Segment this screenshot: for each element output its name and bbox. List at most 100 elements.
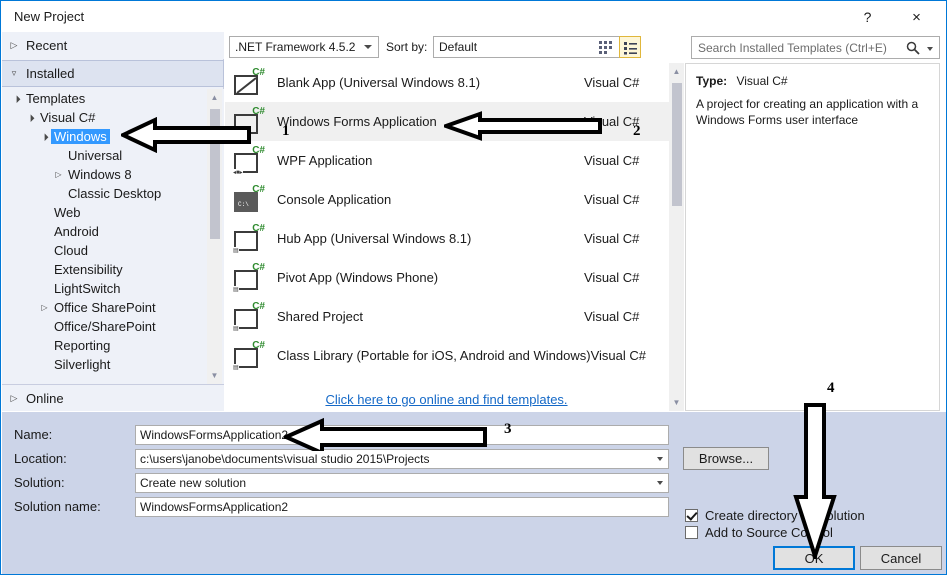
- annotation-number-1: 1: [282, 123, 290, 139]
- template-list-item[interactable]: ▤ C# Pivot App (Windows Phone) Visual C#: [225, 258, 684, 297]
- sidebar-item-windows-8[interactable]: ▷ Windows 8: [2, 165, 224, 184]
- sidebar-item-label: Android: [54, 224, 99, 239]
- sidebar-item-label: Windows: [51, 129, 110, 144]
- template-description-panel: Type: Visual C# A project for creating a…: [685, 63, 940, 411]
- chevron-down-icon[interactable]: [657, 457, 663, 461]
- chevron-down-icon[interactable]: ◢: [23, 110, 38, 125]
- solution-name-input[interactable]: WindowsFormsApplication2: [135, 497, 669, 517]
- sidebar-item-office-sharepoint[interactable]: ▷ Office SharePoint: [2, 298, 224, 317]
- scroll-down-icon[interactable]: ▼: [669, 394, 684, 411]
- csharp-badge-icon: C#: [252, 300, 265, 312]
- pivot-app-icon: ▤ C#: [233, 261, 265, 293]
- wpf-icon: ◂■▸ C#: [233, 144, 265, 176]
- template-name: Hub App (Universal Windows 8.1): [277, 231, 472, 246]
- chevron-down-icon[interactable]: [657, 481, 663, 485]
- framework-version-select[interactable]: .NET Framework 4.5.2: [229, 36, 379, 58]
- sidebar-item-reporting[interactable]: Reporting: [2, 336, 224, 355]
- project-name-input[interactable]: WindowsFormsApplication2: [135, 425, 669, 445]
- template-list-item[interactable]: ▤ C# Shared Project Visual C#: [225, 297, 684, 336]
- scroll-down-icon[interactable]: ▼: [207, 367, 222, 384]
- template-list-item[interactable]: C# Blank App (Universal Windows 8.1) Visua…: [225, 63, 684, 102]
- framework-version-value: .NET Framework 4.5.2: [235, 40, 356, 54]
- template-list-scrollbar[interactable]: ▲ ▼: [669, 63, 684, 411]
- add-source-control-checkbox[interactable]: [685, 526, 698, 539]
- template-category-tree: ◢ Templates ◢ Visual C# ◢ Windows Universal ▷ Wi…: [2, 89, 224, 384]
- sidebar-item-templates[interactable]: ◢ Templates: [2, 89, 224, 108]
- sidebar-item-recent[interactable]: ▷ Recent: [2, 32, 224, 59]
- chevron-down-icon: ▿: [11, 68, 17, 78]
- description-type-row: Type: Visual C#: [696, 74, 788, 88]
- help-icon[interactable]: ?: [845, 3, 890, 31]
- list-view-icon[interactable]: [619, 36, 641, 58]
- chevron-down-icon: [364, 45, 372, 49]
- scroll-up-icon[interactable]: ▲: [207, 89, 222, 106]
- small-icons-view-icon[interactable]: [594, 36, 616, 58]
- search-templates-input[interactable]: Search Installed Templates (Ctrl+E): [691, 36, 940, 59]
- sidebar-label-recent: Recent: [26, 38, 68, 53]
- template-name: WPF Application: [277, 153, 373, 168]
- sidebar-item-web[interactable]: Web: [2, 203, 224, 222]
- solution-label: Solution:: [14, 475, 65, 490]
- sidebar-item-windows[interactable]: ◢ Windows: [2, 127, 224, 146]
- sidebar-item-silverlight[interactable]: Silverlight: [2, 355, 224, 374]
- winforms-icon: C#: [233, 106, 265, 137]
- sidebar-item-label: Visual C#: [40, 110, 96, 125]
- templates-toolbar: .NET Framework 4.5.2 Sort by: Default: [229, 34, 684, 62]
- scroll-up-icon[interactable]: ▲: [669, 63, 684, 80]
- create-directory-checkbox-row[interactable]: Create directory for solution: [685, 508, 865, 523]
- template-name: Class Library (Portable for iOS, Android…: [277, 348, 591, 363]
- sidebar-item-label: Extensibility: [54, 262, 123, 277]
- close-icon[interactable]: ×: [894, 3, 939, 31]
- browse-button[interactable]: Browse...: [683, 447, 769, 470]
- sidebar-item-cloud[interactable]: Cloud: [2, 241, 224, 260]
- scrollbar-thumb[interactable]: [672, 83, 682, 206]
- cancel-button[interactable]: Cancel: [860, 546, 942, 570]
- template-list-item[interactable]: ▤ C# Class Library (Portable for iOS, Andr…: [225, 336, 684, 375]
- solution-select[interactable]: Create new solution: [135, 473, 669, 493]
- project-name-value: WindowsFormsApplication2: [140, 428, 289, 442]
- project-location-input[interactable]: c:\users\janobe\documents\visual studio …: [135, 449, 669, 469]
- sidebar-item-extensibility[interactable]: Extensibility: [2, 260, 224, 279]
- class-library-icon: ▤ C#: [233, 339, 265, 371]
- online-templates-link[interactable]: Click here to go online and find templat…: [325, 392, 567, 407]
- annotation-number-4: 4: [827, 380, 835, 396]
- new-project-dialog: New Project ? × .NET Framework 4.5.2 Sor…: [0, 0, 947, 575]
- csharp-badge-icon: C#: [252, 144, 265, 156]
- sidebar-label-installed: Installed: [26, 66, 75, 81]
- sidebar-item-online[interactable]: ▷ Online: [2, 384, 224, 411]
- search-icon[interactable]: [905, 40, 921, 56]
- name-label: Name:: [14, 427, 53, 442]
- sidebar-item-universal[interactable]: Universal: [2, 146, 224, 165]
- template-name: Pivot App (Windows Phone): [277, 270, 439, 285]
- sidebar-item-classic-desktop[interactable]: Classic Desktop: [2, 184, 224, 203]
- solution-name-label: Solution name:: [14, 499, 101, 514]
- template-name: Console Application: [277, 192, 392, 207]
- sidebar-item-visual-c-[interactable]: ◢ Visual C#: [2, 108, 224, 127]
- chevron-right-icon[interactable]: ▷: [38, 303, 51, 312]
- template-list-item[interactable]: C# Windows Forms Application Visual C#: [225, 102, 684, 141]
- ok-button[interactable]: OK: [773, 546, 855, 570]
- add-source-control-checkbox-row[interactable]: Add to Source Control: [685, 525, 833, 540]
- console-icon: C:\ C#: [233, 184, 265, 215]
- template-list-item[interactable]: ▤ C# Hub App (Universal Windows 8.1) Visual…: [225, 219, 684, 258]
- blank-app-icon: C#: [233, 67, 265, 98]
- template-list-item[interactable]: C:\ C# Console Application Visual C#: [225, 180, 684, 219]
- scrollbar-thumb[interactable]: [210, 109, 220, 239]
- template-list-item[interactable]: ◂■▸ C# WPF Application Visual C#: [225, 141, 684, 180]
- sidebar-item-office-sharepoint[interactable]: Office/SharePoint: [2, 317, 224, 336]
- sidebar-item-label: Office/SharePoint: [54, 319, 156, 334]
- create-directory-checkbox[interactable]: [685, 509, 698, 522]
- sidebar-item-android[interactable]: Android: [2, 222, 224, 241]
- sidebar-item-lightswitch[interactable]: LightSwitch: [2, 279, 224, 298]
- chevron-right-icon[interactable]: ▷: [52, 170, 65, 179]
- sidebar-scrollbar[interactable]: ▲ ▼: [207, 89, 222, 384]
- create-directory-label: Create directory for solution: [705, 508, 865, 523]
- chevron-down-icon[interactable]: ◢: [9, 91, 24, 106]
- sidebar-item-label: Silverlight: [54, 357, 111, 372]
- title-bar: New Project ? ×: [2, 2, 946, 32]
- chevron-down-icon[interactable]: [927, 47, 933, 51]
- project-location-value: c:\users\janobe\documents\visual studio …: [140, 452, 430, 466]
- chevron-down-icon[interactable]: ◢: [37, 129, 52, 144]
- sidebar-item-installed[interactable]: ▿ Installed: [2, 60, 224, 87]
- sidebar-item-label: Classic Desktop: [68, 186, 162, 201]
